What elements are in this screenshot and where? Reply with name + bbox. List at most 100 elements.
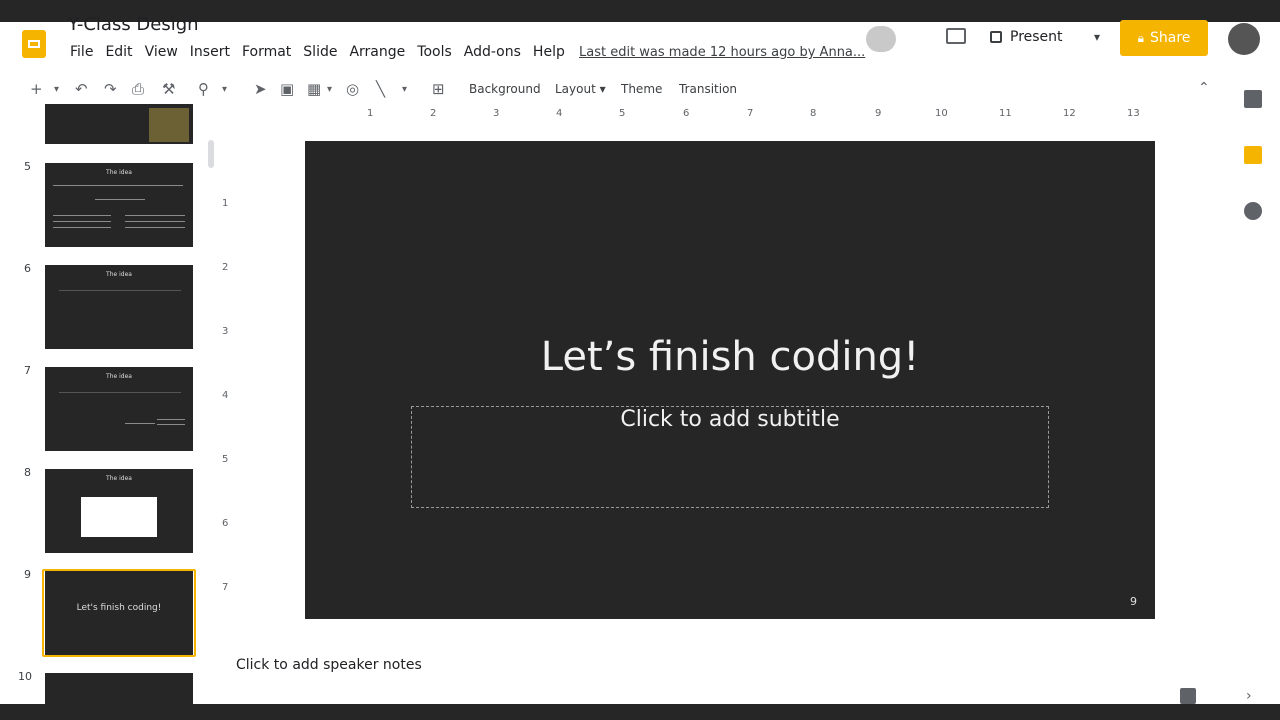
ruler-tick: 6 (222, 518, 229, 529)
new-slide-icon[interactable]: + (30, 80, 43, 98)
thumbnail-title: The idea (106, 169, 132, 176)
theme-button[interactable]: Theme (621, 82, 662, 96)
slide-thumbnail-7[interactable]: The idea (45, 367, 193, 451)
thumbnail-text-line (53, 221, 111, 222)
background-button[interactable]: Background (469, 82, 541, 96)
calendar-icon[interactable] (1244, 90, 1262, 108)
layout-button[interactable]: Layout ▾ (555, 82, 606, 96)
ruler-tick: 9 (875, 108, 882, 119)
image-icon[interactable]: ▦ (307, 80, 321, 98)
ruler-tick: 13 (1127, 108, 1140, 119)
collaborator-avatar[interactable] (866, 26, 896, 52)
select-cursor-icon[interactable]: ➤ (254, 80, 267, 98)
selected-slide-outline (42, 569, 196, 657)
slide-thumbnail-4-partial[interactable] (45, 104, 193, 144)
transition-button[interactable]: Transition (679, 82, 737, 96)
slide-thumbnail-10[interactable] (45, 673, 193, 704)
ruler-tick: 1 (367, 108, 374, 119)
menu-arrange[interactable]: Arrange (349, 44, 405, 60)
side-panel-toggle-icon[interactable]: › (1246, 688, 1252, 704)
paint-format-icon[interactable]: ⚒ (162, 80, 175, 98)
ruler-tick: 4 (222, 390, 229, 401)
slide-canvas[interactable] (305, 141, 1155, 619)
menu-slide[interactable]: Slide (303, 44, 337, 60)
menu-view[interactable]: View (145, 44, 178, 60)
slides-logo-icon[interactable] (22, 30, 46, 58)
slide-title[interactable]: Let’s finish coding! (305, 334, 1155, 380)
slide-number-label: 9 (1130, 595, 1137, 608)
ruler-tick: 2 (222, 262, 229, 273)
ruler-tick: 7 (222, 582, 229, 593)
slide-number: 6 (24, 262, 31, 275)
thumbnail-text-line (157, 419, 185, 420)
menu-edit[interactable]: Edit (105, 44, 132, 60)
shape-icon[interactable]: ◎ (346, 80, 359, 98)
ruler-tick: 12 (1063, 108, 1076, 119)
thumbnail-title: The idea (106, 373, 132, 380)
line-icon[interactable]: ╲ (376, 80, 385, 98)
share-label: Share (1149, 30, 1191, 46)
thumbnail-text-line (53, 215, 111, 216)
menu-file[interactable]: File (70, 44, 93, 60)
ruler-tick: 2 (430, 108, 437, 119)
insert-comment-icon[interactable]: ⊞ (432, 80, 445, 98)
slide-number: 9 (24, 568, 31, 581)
subtitle-placeholder[interactable]: Click to add subtitle (411, 407, 1049, 432)
menu-tools[interactable]: Tools (417, 44, 452, 60)
ruler-tick: 10 (935, 108, 948, 119)
thumbnail-text-line (125, 227, 185, 228)
ruler-tick: 3 (493, 108, 500, 119)
thumbnail-image (81, 497, 157, 537)
window-bottom-bar (0, 704, 1280, 720)
thumbnail-text-line (59, 392, 181, 393)
speaker-notes[interactable]: Click to add speaker notes (236, 657, 422, 673)
vertical-ruler: 1 2 3 4 5 6 7 (218, 140, 234, 620)
comment-history-icon[interactable] (946, 28, 966, 44)
ruler-tick: 8 (810, 108, 817, 119)
present-label: Present (1010, 29, 1063, 45)
slide-thumbnail-5[interactable]: The idea (45, 163, 193, 247)
image-dropdown-icon[interactable]: ▾ (327, 84, 332, 95)
thumbnail-text-line (53, 185, 183, 186)
menu-format[interactable]: Format (242, 44, 291, 60)
last-edit-link[interactable]: Last edit was made 12 hours ago by Anna.… (579, 45, 865, 60)
text-box-icon[interactable]: ▣ (280, 80, 294, 98)
filmstrip-scrollbar[interactable] (208, 140, 214, 168)
slide-thumbnail-6[interactable]: The idea (45, 265, 193, 349)
thumbnail-text-line (157, 424, 185, 425)
redo-icon[interactable]: ↷ (104, 80, 117, 98)
slide-number: 5 (24, 160, 31, 173)
ruler-tick: 7 (747, 108, 754, 119)
explore-icon[interactable] (1180, 688, 1196, 704)
account-avatar[interactable] (1228, 23, 1260, 55)
ruler-tick: 4 (556, 108, 563, 119)
thumbnail-title: The idea (106, 475, 132, 482)
collapse-toolbar-icon[interactable]: ⌃ (1198, 80, 1210, 96)
lock-icon: 🔒︎ (1137, 30, 1144, 45)
undo-icon[interactable]: ↶ (75, 80, 88, 98)
new-slide-dropdown-icon[interactable]: ▾ (54, 84, 59, 95)
line-dropdown-icon[interactable]: ▾ (402, 84, 407, 95)
ruler-tick: 5 (222, 454, 229, 465)
print-icon[interactable]: ⎙ (132, 80, 144, 98)
thumbnail-image (149, 108, 189, 142)
present-dropdown-icon[interactable]: ▾ (1094, 30, 1100, 44)
menu-insert[interactable]: Insert (190, 44, 230, 60)
menu-addons[interactable]: Add-ons (464, 44, 521, 60)
present-button[interactable]: Present (990, 26, 1063, 48)
keep-icon[interactable] (1244, 146, 1262, 164)
thumbnail-arrow (125, 423, 155, 424)
ruler-tick: 1 (222, 198, 229, 209)
share-button[interactable]: 🔒︎ Share (1120, 20, 1208, 56)
document-title[interactable]: Y-Class Design (68, 14, 199, 35)
zoom-icon[interactable]: ⚲ (198, 80, 209, 98)
thumbnail-text-line (125, 215, 185, 216)
thumbnail-text-line (125, 221, 185, 222)
zoom-dropdown-icon[interactable]: ▾ (222, 84, 227, 95)
ruler-tick: 11 (999, 108, 1012, 119)
thumbnail-text-line (95, 199, 145, 200)
present-icon (990, 31, 1002, 43)
menu-help[interactable]: Help (533, 44, 565, 60)
tasks-icon[interactable] (1244, 202, 1262, 220)
slide-thumbnail-8[interactable]: The idea (45, 469, 193, 553)
